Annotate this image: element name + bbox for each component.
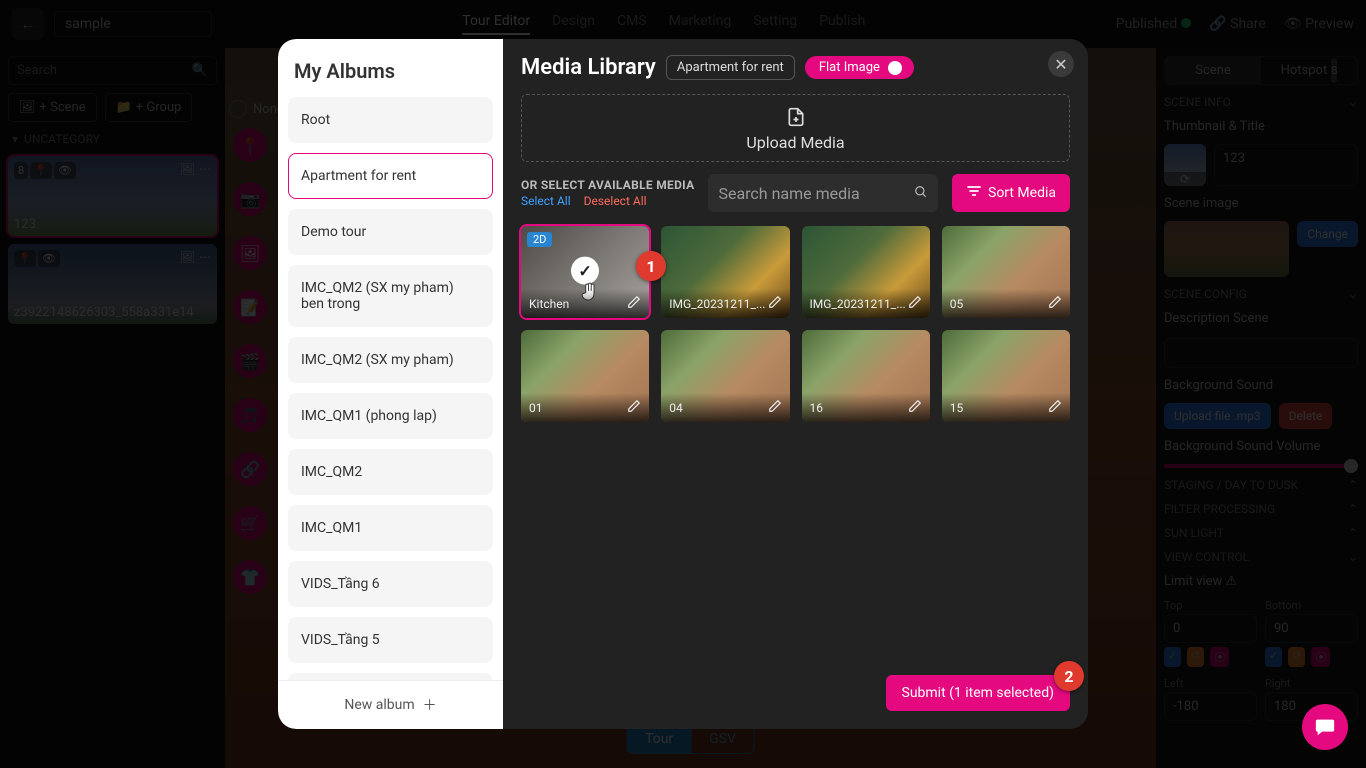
upload-label: Upload Media — [746, 133, 844, 152]
album-item[interactable]: IMC_QM1 (phong lap) — [288, 393, 493, 439]
media-grid: 2D✓Kitchen IMG_20231211_... IMG_20231211_.… — [521, 226, 1070, 422]
media-name: 15 — [950, 401, 964, 415]
plus-icon: ＋ — [423, 695, 437, 715]
media-library-modal: ✕ My Albums RootApartment for rentDemo t… — [278, 39, 1088, 729]
chat-icon — [1314, 716, 1336, 738]
media-name: Kitchen — [529, 297, 569, 311]
media-card[interactable]: IMG_20231211_... — [802, 226, 930, 318]
search-icon — [914, 184, 928, 203]
media-card[interactable]: IMG_20231211_... — [661, 226, 789, 318]
media-card[interactable]: 01 — [521, 330, 649, 422]
annotation-badge-2: 2 — [1054, 661, 1084, 691]
current-album-pill: Apartment for rent — [666, 55, 795, 80]
edit-icon[interactable] — [627, 295, 641, 312]
albums-panel: My Albums Root Apartment for rent Demo tou… — [278, 39, 503, 729]
media-card[interactable]: 04 — [661, 330, 789, 422]
edit-icon[interactable] — [908, 399, 922, 416]
edit-icon[interactable] — [1048, 399, 1062, 416]
upload-media-dropzone[interactable]: Upload Media — [521, 94, 1070, 162]
media-card[interactable]: 2D✓Kitchen — [521, 226, 649, 318]
file-plus-icon — [786, 105, 806, 129]
album-list: Root Apartment for rent Demo tour IMC_QM2 (… — [278, 97, 503, 680]
library-title: Media Library — [521, 55, 656, 80]
edit-icon[interactable] — [627, 399, 641, 416]
sort-media-button[interactable]: Sort Media — [952, 174, 1070, 212]
deselect-all-link[interactable]: Deselect All — [584, 194, 647, 208]
library-panel: Media Library Apartment for rent Flat Im… — [503, 39, 1088, 729]
album-item[interactable]: Demo tour — [288, 209, 493, 255]
media-card[interactable]: 05 — [942, 226, 1070, 318]
media-name: 05 — [950, 297, 964, 311]
sort-icon — [966, 183, 982, 203]
media-name: 16 — [810, 401, 824, 415]
media-card[interactable]: 15 — [942, 330, 1070, 422]
edit-icon[interactable] — [1048, 295, 1062, 312]
search-media-input[interactable]: Search name media — [708, 174, 938, 212]
media-name: IMG_20231211_... — [669, 297, 765, 311]
search-media-placeholder: Search name media — [718, 184, 906, 203]
select-all-link[interactable]: Select All — [521, 194, 571, 208]
album-item[interactable]: IMC_QM2 (SX my pham) — [288, 337, 493, 383]
album-item[interactable]: IMC_QM2 (SX my pham) ben trong — [288, 265, 493, 327]
album-item[interactable]: VIDS_Tầng 5 — [288, 617, 493, 663]
flat-image-toggle[interactable]: Flat Image — [805, 56, 914, 79]
modal-overlay[interactable]: ✕ My Albums RootApartment for rentDemo t… — [0, 0, 1366, 768]
edit-icon[interactable] — [768, 295, 782, 312]
new-album-button[interactable]: New album ＋ — [278, 680, 503, 729]
album-item[interactable]: Apartment for rent — [288, 153, 493, 199]
album-item[interactable]: Root — [288, 97, 493, 143]
album-item[interactable]: VIDS_Tầng 6 — [288, 561, 493, 607]
annotation-badge-1: 1 — [636, 251, 666, 281]
media-name: IMG_20231211_... — [810, 297, 906, 311]
media-card[interactable]: 16 — [802, 330, 930, 422]
chat-fab[interactable] — [1302, 704, 1348, 750]
albums-title: My Albums — [278, 39, 503, 97]
edit-icon[interactable] — [908, 295, 922, 312]
toggle-knob — [888, 61, 902, 75]
media-name: 01 — [529, 401, 543, 415]
album-item[interactable]: IMC_QM2 — [288, 449, 493, 495]
album-item[interactable]: IMC_QM1 — [288, 505, 493, 551]
badge-2d: 2D — [527, 232, 552, 247]
media-name: 04 — [669, 401, 683, 415]
or-select-label: OR SELECT AVAILABLE MEDIA — [521, 178, 694, 192]
submit-button[interactable]: Submit (1 item selected) — [886, 675, 1071, 711]
edit-icon[interactable] — [768, 399, 782, 416]
album-item[interactable]: VIDS_Tầng 4 — [288, 673, 493, 680]
